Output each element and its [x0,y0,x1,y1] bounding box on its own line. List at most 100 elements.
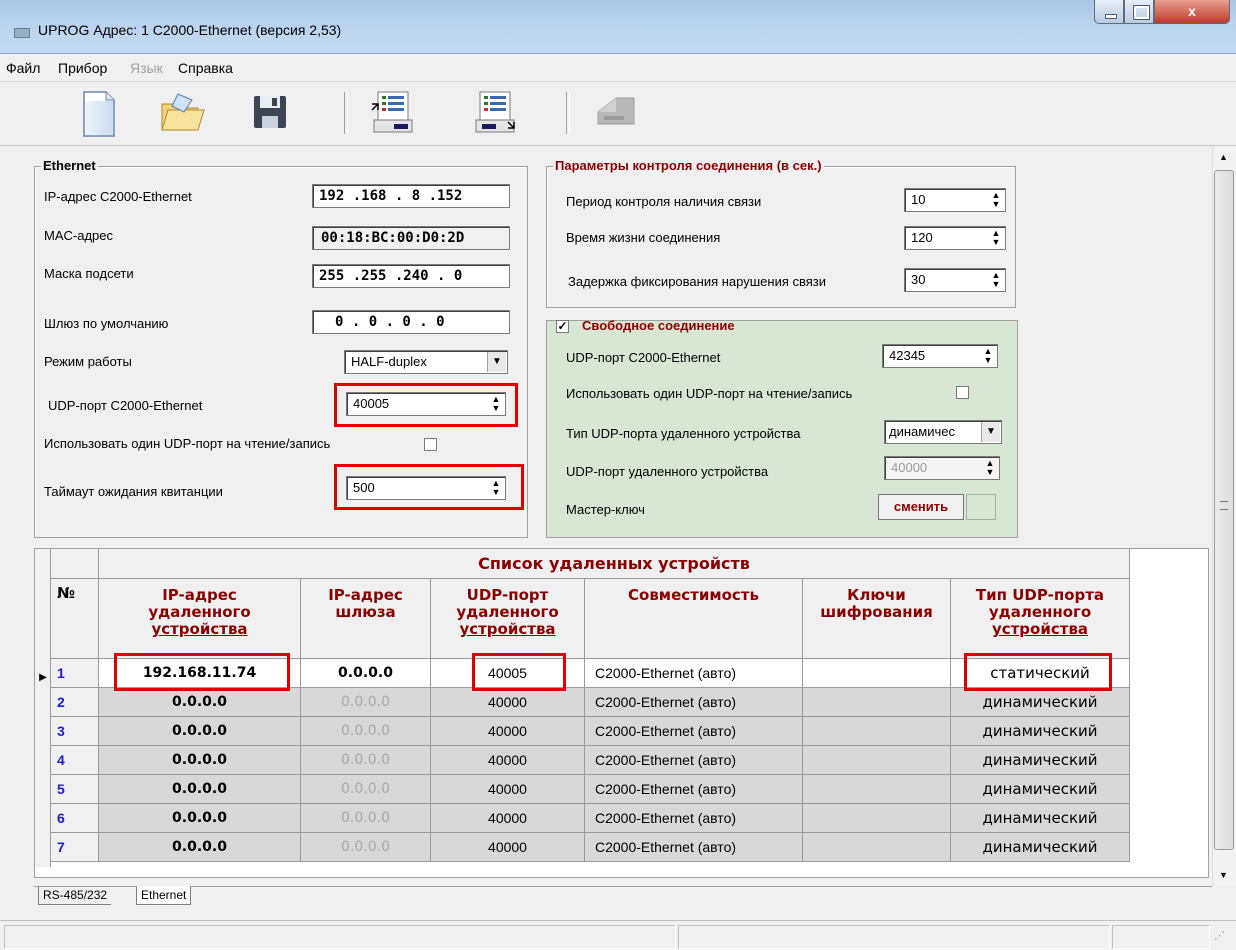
free-udp-stepper[interactable]: 42345 ▲ ▼ [882,344,998,368]
remote-port-stepper: 40000 ▲ ▼ [884,456,1000,480]
ip-cell[interactable]: 0.0.0.0 [99,775,301,804]
compat-cell[interactable]: C2000-Ethernet (авто) [585,833,803,862]
type-cell[interactable]: динамический [951,688,1130,717]
udp-cell[interactable]: 40000 [431,804,585,833]
keys-cell[interactable] [803,717,951,746]
compat-cell[interactable]: C2000-Ethernet (авто) [585,659,803,688]
scroll-up-icon[interactable]: ▲ [1219,152,1228,162]
chevron-down-icon[interactable]: ▼ [487,352,506,372]
type-cell[interactable]: динамический [951,775,1130,804]
col-header-udp[interactable]: UDP-порт удаленного устройства [431,579,585,659]
maximize-button[interactable] [1124,0,1154,24]
keys-cell[interactable] [803,833,951,862]
gateway-field[interactable]: 0 . 0 . 0 . 0 [312,310,510,334]
row-number[interactable]: 5 [51,775,99,804]
udp-cell[interactable]: 40000 [431,746,585,775]
gateway-cell[interactable]: 0.0.0.0 [301,659,431,688]
col-header-type[interactable]: Тип UDP-порта удаленного устройства [951,579,1130,659]
ip-cell[interactable]: 0.0.0.0 [99,717,301,746]
period-stepper[interactable]: 10 ▲ ▼ [904,188,1006,212]
spin-arrows-icon[interactable]: ▲ ▼ [989,271,1003,289]
col-header-ip[interactable]: IP-адрес удаленного устройства [99,579,301,659]
status-bar: ⋰ [0,920,1236,950]
write-device-icon[interactable] [470,90,515,134]
mac-address-field: 00:18:BC:00:D0:2D [312,226,510,250]
gateway-cell[interactable]: 0.0.0.0 [301,717,431,746]
mode-select[interactable]: HALF-duplex ▼ [344,350,508,374]
row-number[interactable]: 7 [51,833,99,862]
type-cell[interactable]: динамический [951,833,1130,862]
gateway-cell[interactable]: 0.0.0.0 [301,804,431,833]
keys-cell[interactable] [803,775,951,804]
remote-type-select[interactable]: динамичес ▼ [884,420,1002,444]
keys-cell[interactable] [803,659,951,688]
row-number[interactable]: 3 [51,717,99,746]
compat-cell[interactable]: C2000-Ethernet (авто) [585,688,803,717]
keys-cell[interactable] [803,746,951,775]
ip-cell[interactable]: 0.0.0.0 [99,833,301,862]
mode-value: HALF-duplex [351,354,427,369]
compat-cell[interactable]: C2000-Ethernet (авто) [585,804,803,833]
new-file-icon[interactable] [76,90,120,137]
highlight-frame [114,653,290,691]
ip-cell[interactable]: 0.0.0.0 [99,688,301,717]
spin-arrows-icon[interactable]: ▲ ▼ [981,347,995,365]
gateway-cell[interactable]: 0.0.0.0 [301,775,431,804]
delay-stepper[interactable]: 30 ▲ ▼ [904,268,1006,292]
scrollbar-thumb[interactable] [1214,170,1234,850]
resize-grip-icon[interactable]: ⋰ [1214,929,1225,942]
change-key-button[interactable]: сменить [878,494,964,520]
compat-cell[interactable]: C2000-Ethernet (авто) [585,746,803,775]
compat-cell[interactable]: C2000-Ethernet (авто) [585,775,803,804]
row-number[interactable]: 2 [51,688,99,717]
toolbar [0,82,1236,146]
chevron-down-icon[interactable]: ▼ [981,422,1000,442]
highlight-frame [964,653,1112,691]
spin-arrows-icon[interactable]: ▲ ▼ [989,229,1003,247]
remote-devices-table[interactable]: Список удаленных устройств № IP-адрес уд… [34,548,1209,878]
minimize-button[interactable] [1094,0,1124,24]
menu-bar: Файл Прибор Язык Справка [0,54,1236,82]
type-cell[interactable]: динамический [951,746,1130,775]
subnet-mask-field[interactable]: 255 .255 .240 . 0 [312,264,510,288]
udp-cell[interactable]: 40000 [431,833,585,862]
open-folder-icon[interactable] [158,90,205,134]
spin-arrows-icon[interactable]: ▲ ▼ [989,191,1003,209]
keys-cell[interactable] [803,688,951,717]
read-device-icon[interactable] [368,90,413,134]
ip-cell[interactable]: 0.0.0.0 [99,746,301,775]
gateway-cell[interactable]: 0.0.0.0 [301,833,431,862]
tab-ethernet[interactable]: Ethernet [136,886,192,905]
udp-cell[interactable]: 40000 [431,688,585,717]
row-number[interactable]: 4 [51,746,99,775]
row-number[interactable]: 1 [51,659,99,688]
close-button[interactable]: x [1154,0,1230,24]
udp-cell[interactable]: 40000 [431,775,585,804]
type-cell[interactable]: динамический [951,804,1130,833]
col-header-gateway[interactable]: IP-адрес шлюза [301,579,431,659]
scroll-down-icon[interactable]: ▼ [1219,870,1228,880]
title-bar[interactable]: UPROG Адрес: 1 C2000-Ethernet (версия 2,… [0,0,1236,54]
menu-file[interactable]: Файл [6,60,40,76]
remote-port-label: UDP-порт удаленного устройства [566,464,769,479]
lifetime-stepper[interactable]: 120 ▲ ▼ [904,226,1006,250]
ip-address-field[interactable]: 192 .168 . 8 .152 [312,184,510,208]
gateway-cell[interactable]: 0.0.0.0 [301,746,431,775]
type-cell[interactable]: динамический [951,717,1130,746]
gateway-cell[interactable]: 0.0.0.0 [301,688,431,717]
col-header-number[interactable]: № [51,579,99,659]
free-single-port-checkbox[interactable] [956,386,969,399]
tab-rs485[interactable]: RS-485/232 [38,886,112,905]
save-disk-icon[interactable] [248,90,292,134]
keys-cell[interactable] [803,804,951,833]
udp-cell[interactable]: 40000 [431,717,585,746]
compat-cell[interactable]: C2000-Ethernet (авто) [585,717,803,746]
col-header-keys[interactable]: Ключи шифрования [803,579,951,659]
menu-device[interactable]: Прибор [58,60,107,76]
menu-help[interactable]: Справка [178,60,233,76]
col-header-compat[interactable]: Совместимость [585,579,803,659]
free-connection-checkbox[interactable]: ✓ [556,320,569,333]
single-port-checkbox[interactable] [424,438,437,451]
row-number[interactable]: 6 [51,804,99,833]
ip-cell[interactable]: 0.0.0.0 [99,804,301,833]
